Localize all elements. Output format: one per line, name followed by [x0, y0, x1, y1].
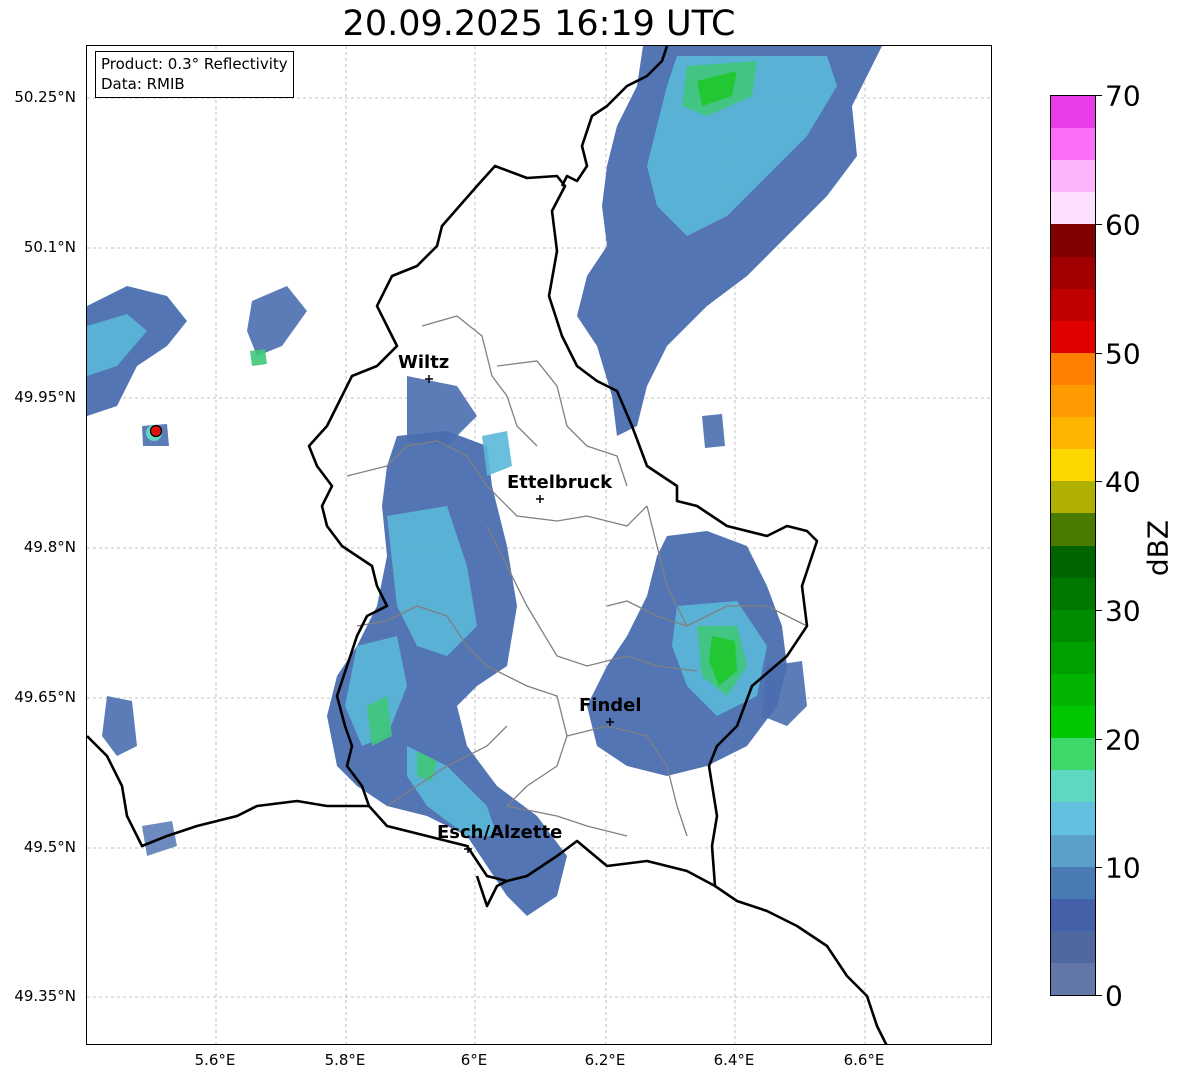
- colorbar-segment: [1051, 192, 1095, 225]
- lon-label: 6.6°E: [843, 1051, 885, 1069]
- colorbar-segment: [1051, 160, 1095, 193]
- colorbar-segment: [1051, 352, 1095, 385]
- radar-map-canvas: [87, 46, 991, 1044]
- colorbar-tick-label: 20: [1105, 723, 1141, 757]
- colorbar-segment: [1051, 577, 1095, 610]
- radar-site-marker: [149, 424, 163, 438]
- city-label-ettelbruck: Ettelbruck: [507, 472, 613, 493]
- colorbar-segment: [1051, 481, 1095, 514]
- lat-label: 49.35°N: [14, 987, 76, 1005]
- source-text: Data: RMIB: [101, 75, 185, 93]
- colorbar-tick-label: 70: [1105, 79, 1141, 113]
- colorbar-tick-label: 30: [1105, 594, 1141, 628]
- colorbar-tick-label: 60: [1105, 208, 1141, 242]
- colorbar-segment: [1051, 962, 1095, 996]
- colorbar-segment: [1051, 834, 1095, 867]
- city-label-findel: Findel: [579, 695, 642, 716]
- lon-label: 6.4°E: [713, 1051, 755, 1069]
- lat-label: 49.95°N: [14, 388, 76, 406]
- colorbar-segment: [1051, 673, 1095, 707]
- map-title: 20.09.2025 16:19 UTC: [342, 4, 736, 44]
- colorbar-segment: [1051, 224, 1095, 257]
- colorbar-segment: [1051, 898, 1095, 931]
- colorbar-unit-label: dBZ: [1141, 519, 1175, 577]
- dbz-colorbar: [1050, 95, 1096, 996]
- colorbar-segment: [1051, 320, 1095, 353]
- colorbar-segment: [1051, 641, 1095, 674]
- colorbar-segment: [1051, 417, 1095, 450]
- colorbar-segment: [1051, 609, 1095, 642]
- lon-label: 5.8°E: [324, 1051, 366, 1069]
- info-box: Product: 0.3° Reflectivity Data: RMIB: [95, 51, 294, 98]
- colorbar-tick-label: 40: [1105, 465, 1141, 499]
- colorbar-segment: [1051, 866, 1095, 899]
- colorbar-segment: [1051, 770, 1095, 803]
- colorbar-segment: [1051, 449, 1095, 482]
- radar-map[interactable]: Wiltz Ettelbruck Findel Esch/Alzette: [86, 45, 992, 1045]
- colorbar-segment: [1051, 384, 1095, 418]
- colorbar-segment: [1051, 256, 1095, 289]
- colorbar-tick-label: 10: [1105, 851, 1141, 885]
- colorbar-segment: [1051, 706, 1095, 739]
- colorbar-segment: [1051, 96, 1095, 129]
- lat-label: 49.8°N: [23, 538, 76, 556]
- lat-label: 50.25°N: [14, 88, 76, 106]
- lat-label: 50.1°N: [23, 238, 76, 256]
- product-text: Product: 0.3° Reflectivity: [101, 55, 288, 73]
- lat-label: 49.65°N: [14, 688, 76, 706]
- colorbar-segment: [1051, 802, 1095, 835]
- lat-label: 49.5°N: [23, 838, 76, 856]
- colorbar-segment: [1051, 128, 1095, 161]
- colorbar-segment: [1051, 738, 1095, 771]
- city-marker-ettelbruck: [536, 495, 544, 503]
- city-label-esch: Esch/Alzette: [437, 822, 563, 843]
- colorbar-segment: [1051, 513, 1095, 546]
- lon-label: 5.6°E: [194, 1051, 236, 1069]
- colorbar-segment: [1051, 545, 1095, 578]
- colorbar-segment: [1051, 288, 1095, 321]
- lon-label: 6.2°E: [584, 1051, 626, 1069]
- colorbar-tick-label: 50: [1105, 337, 1141, 371]
- lon-label: 6°E: [460, 1051, 488, 1069]
- colorbar-tick-label: 0: [1105, 979, 1123, 1013]
- colorbar-segment: [1051, 930, 1095, 963]
- city-label-wiltz: Wiltz: [398, 352, 450, 373]
